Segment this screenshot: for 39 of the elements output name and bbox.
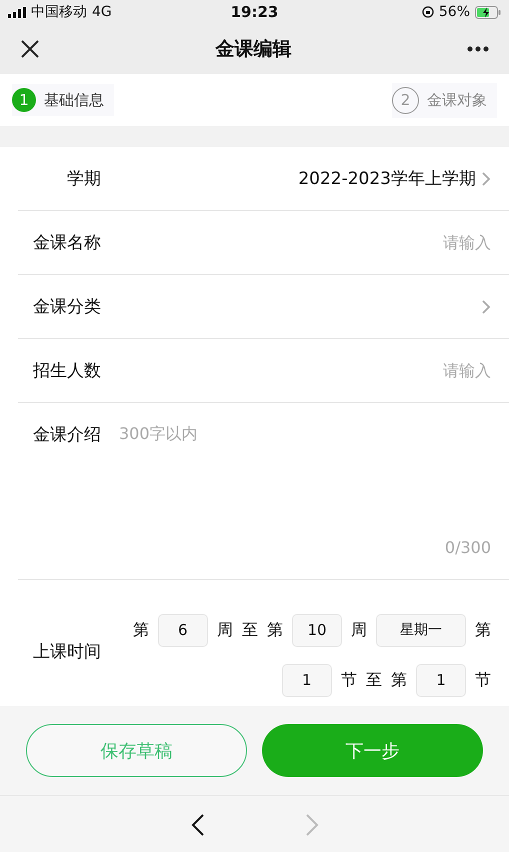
rotation-lock-icon: [422, 6, 434, 18]
number-field[interactable]: 1: [416, 664, 466, 696]
schedule-text: 第: [132, 620, 149, 640]
chevron-right-icon: [482, 300, 491, 314]
field-label: 金课分类: [32, 296, 101, 318]
field-label: 学期: [66, 168, 101, 190]
number-field[interactable]: 1: [282, 664, 332, 696]
chevron-right-icon: [482, 172, 491, 186]
input-field[interactable]: 请输入: [341, 233, 491, 252]
input-field[interactable]: 请输入: [341, 361, 491, 380]
schedule-text: 周 至 第: [216, 620, 283, 640]
battery-icon: [475, 6, 501, 18]
step-tab[interactable]: 1 基础信息: [12, 84, 114, 116]
step-label: 基础信息: [44, 90, 104, 110]
more-icon[interactable]: [467, 46, 489, 52]
number-field[interactable]: 10: [292, 614, 342, 646]
schedule-text: 第: [475, 620, 491, 640]
field-label: 招生人数: [32, 360, 101, 382]
weekday-picker[interactable]: 星期一: [376, 614, 466, 646]
field-label: 金课名称: [32, 232, 101, 254]
step-number: 2: [392, 86, 419, 114]
close-icon[interactable]: [20, 39, 40, 59]
field-label: 金课介绍: [32, 424, 101, 446]
signal-icon: [8, 6, 26, 18]
clock-time: 19:23: [230, 3, 278, 21]
char-counter: 0/300: [444, 538, 491, 557]
back-icon[interactable]: [190, 814, 204, 836]
step-number: 1: [12, 88, 36, 112]
network-type: 4G: [92, 4, 112, 20]
schedule-text: 周: [351, 620, 367, 640]
step-label: 金课对象: [427, 90, 487, 110]
page-title: 金课编辑: [216, 37, 292, 62]
semester-value[interactable]: 2022-2023学年上学期: [298, 167, 476, 190]
number-field[interactable]: 6: [158, 614, 208, 646]
schedule-text: 节 至 第: [340, 670, 407, 690]
schedule-text: 节: [475, 670, 491, 690]
field-label: 上课时间: [32, 640, 101, 662]
carrier-name: 中国移动: [31, 3, 87, 21]
battery-percent: 56%: [438, 4, 470, 20]
